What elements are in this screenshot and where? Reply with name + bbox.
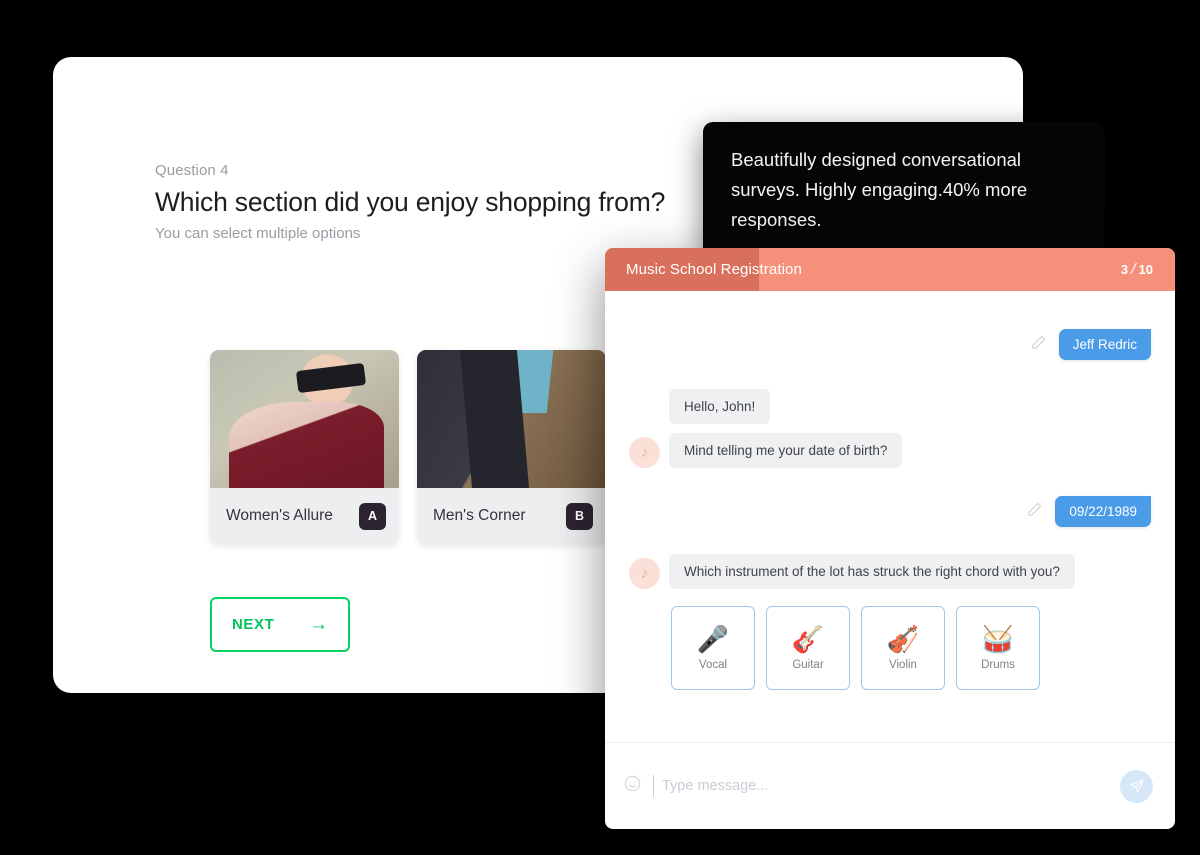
chat-message-row: Hello, John! <box>629 389 1151 424</box>
chat-composer <box>605 742 1175 829</box>
option-a-footer: Women's Allure A <box>210 488 399 544</box>
instrument-choice-list: 🎤 Vocal 🎸 Guitar 🎻 Violin 🥁 Drums <box>671 606 1151 690</box>
pencil-icon[interactable] <box>1026 501 1043 523</box>
choice-vocal-label: Vocal <box>698 658 728 671</box>
message-input[interactable] <box>653 775 1109 797</box>
choice-vocal[interactable]: 🎤 Vocal <box>671 606 755 690</box>
choice-guitar[interactable]: 🎸 Guitar <box>766 606 850 690</box>
testimonial-tooltip: Beautifully designed conversational surv… <box>703 122 1105 274</box>
option-b-label: Men's Corner <box>433 507 526 524</box>
choice-violin-label: Violin <box>889 658 917 671</box>
chat-bubble-user: Jeff Redric <box>1058 329 1151 360</box>
option-a-key: A <box>359 502 386 530</box>
music-note-icon: ♪ <box>629 558 660 589</box>
choice-violin[interactable]: 🎻 Violin <box>861 606 945 690</box>
arrow-right-icon: → <box>309 614 328 635</box>
chat-message-row: ♪ Which instrument of the lot has struck… <box>629 554 1151 589</box>
chat-header: Music School Registration 3 / 10 <box>605 248 1175 291</box>
option-b-key: B <box>566 502 593 530</box>
chat-message-row: ♪ Mind telling me your date of birth? <box>629 433 1151 468</box>
tooltip-text: Beautifully designed conversational surv… <box>731 149 1028 230</box>
microphone-icon: 🎤 <box>696 623 730 654</box>
violin-icon: 🎻 <box>886 623 920 654</box>
choice-drums[interactable]: 🥁 Drums <box>956 606 1040 690</box>
option-b-footer: Men's Corner B <box>417 488 606 544</box>
option-a-label: Women's Allure <box>226 507 333 524</box>
choice-drums-label: Drums <box>981 658 1015 671</box>
pencil-icon[interactable] <box>1030 334 1047 356</box>
option-a-photo <box>210 350 399 488</box>
chat-message-list: Jeff Redric Hello, John! ♪ Mind telling … <box>605 291 1175 785</box>
chat-step-divider: / <box>1129 260 1138 278</box>
chat-bubble-user: 09/22/1989 <box>1055 496 1151 527</box>
chat-bubble-bot: Which instrument of the lot has struck t… <box>669 554 1075 589</box>
music-note-icon: ♪ <box>629 437 660 468</box>
next-button[interactable]: NEXT → <box>210 597 350 652</box>
chat-total-steps: 10 <box>1138 262 1153 277</box>
chat-message-row: Jeff Redric <box>629 329 1151 360</box>
avatar-placeholder <box>629 393 660 424</box>
chat-title: Music School Registration <box>626 261 802 278</box>
option-b-photo <box>417 350 606 488</box>
survey-option-b[interactable]: Men's Corner B <box>417 350 606 544</box>
page-root: Question 4 Which section did you enjoy s… <box>0 0 1200 855</box>
smiley-icon[interactable] <box>623 774 642 798</box>
chat-current-step: 3 <box>1120 262 1129 277</box>
choice-guitar-label: Guitar <box>792 658 824 671</box>
survey-option-a[interactable]: Women's Allure A <box>210 350 399 544</box>
guitar-icon: 🎸 <box>791 623 825 654</box>
chat-bubble-bot: Hello, John! <box>669 389 771 424</box>
next-button-label: NEXT <box>232 616 275 633</box>
send-button[interactable] <box>1120 769 1153 803</box>
drums-icon: 🥁 <box>981 623 1015 654</box>
chat-bubble-bot: Mind telling me your date of birth? <box>669 433 903 468</box>
chat-step-counter: 3 / 10 <box>1120 260 1153 279</box>
chat-message-row: 09/22/1989 <box>629 496 1151 527</box>
chat-widget: Music School Registration 3 / 10 Jeff Re… <box>605 248 1175 829</box>
